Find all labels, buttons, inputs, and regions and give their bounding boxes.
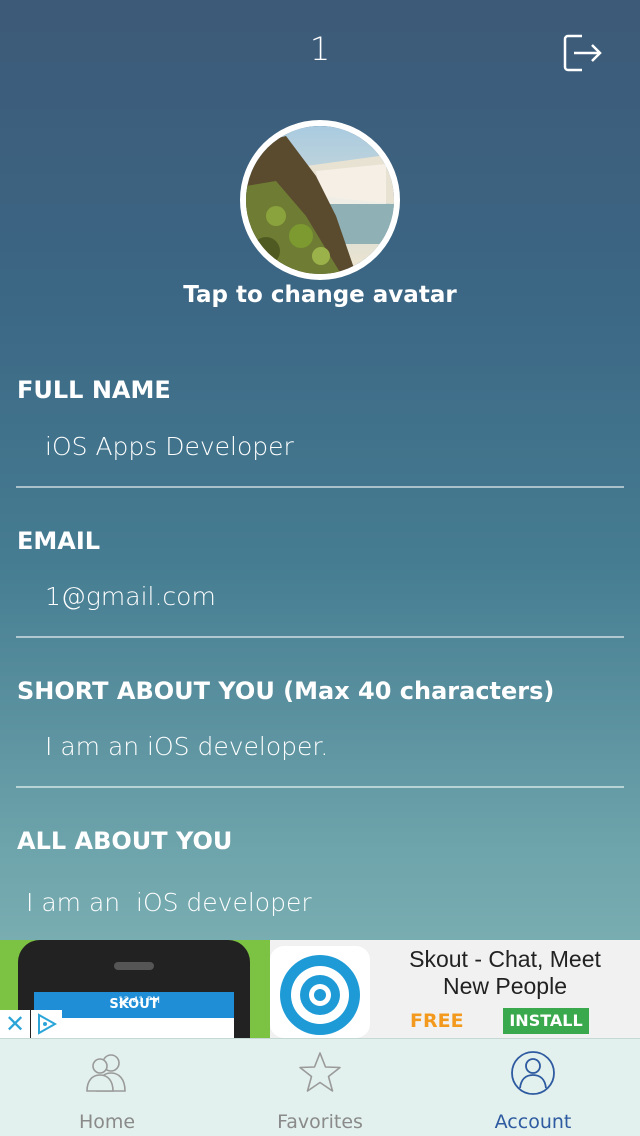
full-name-field[interactable]: iOS Apps Developer [45, 432, 605, 461]
star-icon [299, 1052, 341, 1092]
short-about-field[interactable]: I am an iOS developer. [45, 732, 605, 761]
logout-button[interactable] [560, 30, 606, 76]
ad-phone-time: 12:41 PM [118, 996, 160, 1006]
tab-bar: Home Favorites Account [0, 1038, 640, 1136]
ad-install-button[interactable]: INSTALL [503, 1008, 589, 1034]
tab-favorites[interactable]: Favorites [213, 1039, 427, 1136]
page-title: 1 [309, 30, 331, 68]
close-icon: ✕ [4, 1010, 26, 1038]
email-label: EMAIL [17, 527, 101, 555]
people-icon [86, 1054, 126, 1092]
full-name-label: FULL NAME [17, 376, 171, 404]
email-field[interactable]: 1@gmail.com [45, 582, 605, 611]
short-about-label: SHORT ABOUT YOU (Max 40 characters) [17, 677, 555, 705]
user-icon [511, 1051, 555, 1095]
tab-favorites-label: Favorites [277, 1111, 363, 1133]
all-about-label: ALL ABOUT YOU [17, 827, 233, 855]
ad-app-icon [270, 946, 370, 1038]
tab-home-label: Home [78, 1111, 136, 1133]
top-bar: 1 [0, 0, 640, 100]
avatar-image [246, 126, 394, 274]
divider [16, 786, 624, 788]
divider [16, 636, 624, 638]
tab-account-label: Account [494, 1111, 572, 1133]
all-about-field[interactable]: I am an iOS developer [26, 888, 586, 917]
tab-account[interactable]: Account [426, 1039, 640, 1136]
avatar-button[interactable] [240, 120, 400, 280]
tab-home[interactable]: Home [0, 1039, 214, 1136]
ad-price: FREE [410, 1010, 464, 1032]
logout-icon [563, 34, 602, 72]
ad-close-button[interactable]: ✕ [0, 1010, 30, 1038]
skout-icon [280, 955, 360, 1035]
ad-choices-button[interactable] [31, 1010, 62, 1038]
avatar-hint: Tap to change avatar [183, 282, 457, 308]
adchoices-icon [38, 1013, 58, 1035]
ad-title: Skout - Chat, Meet New People [409, 946, 601, 999]
divider [16, 486, 624, 488]
